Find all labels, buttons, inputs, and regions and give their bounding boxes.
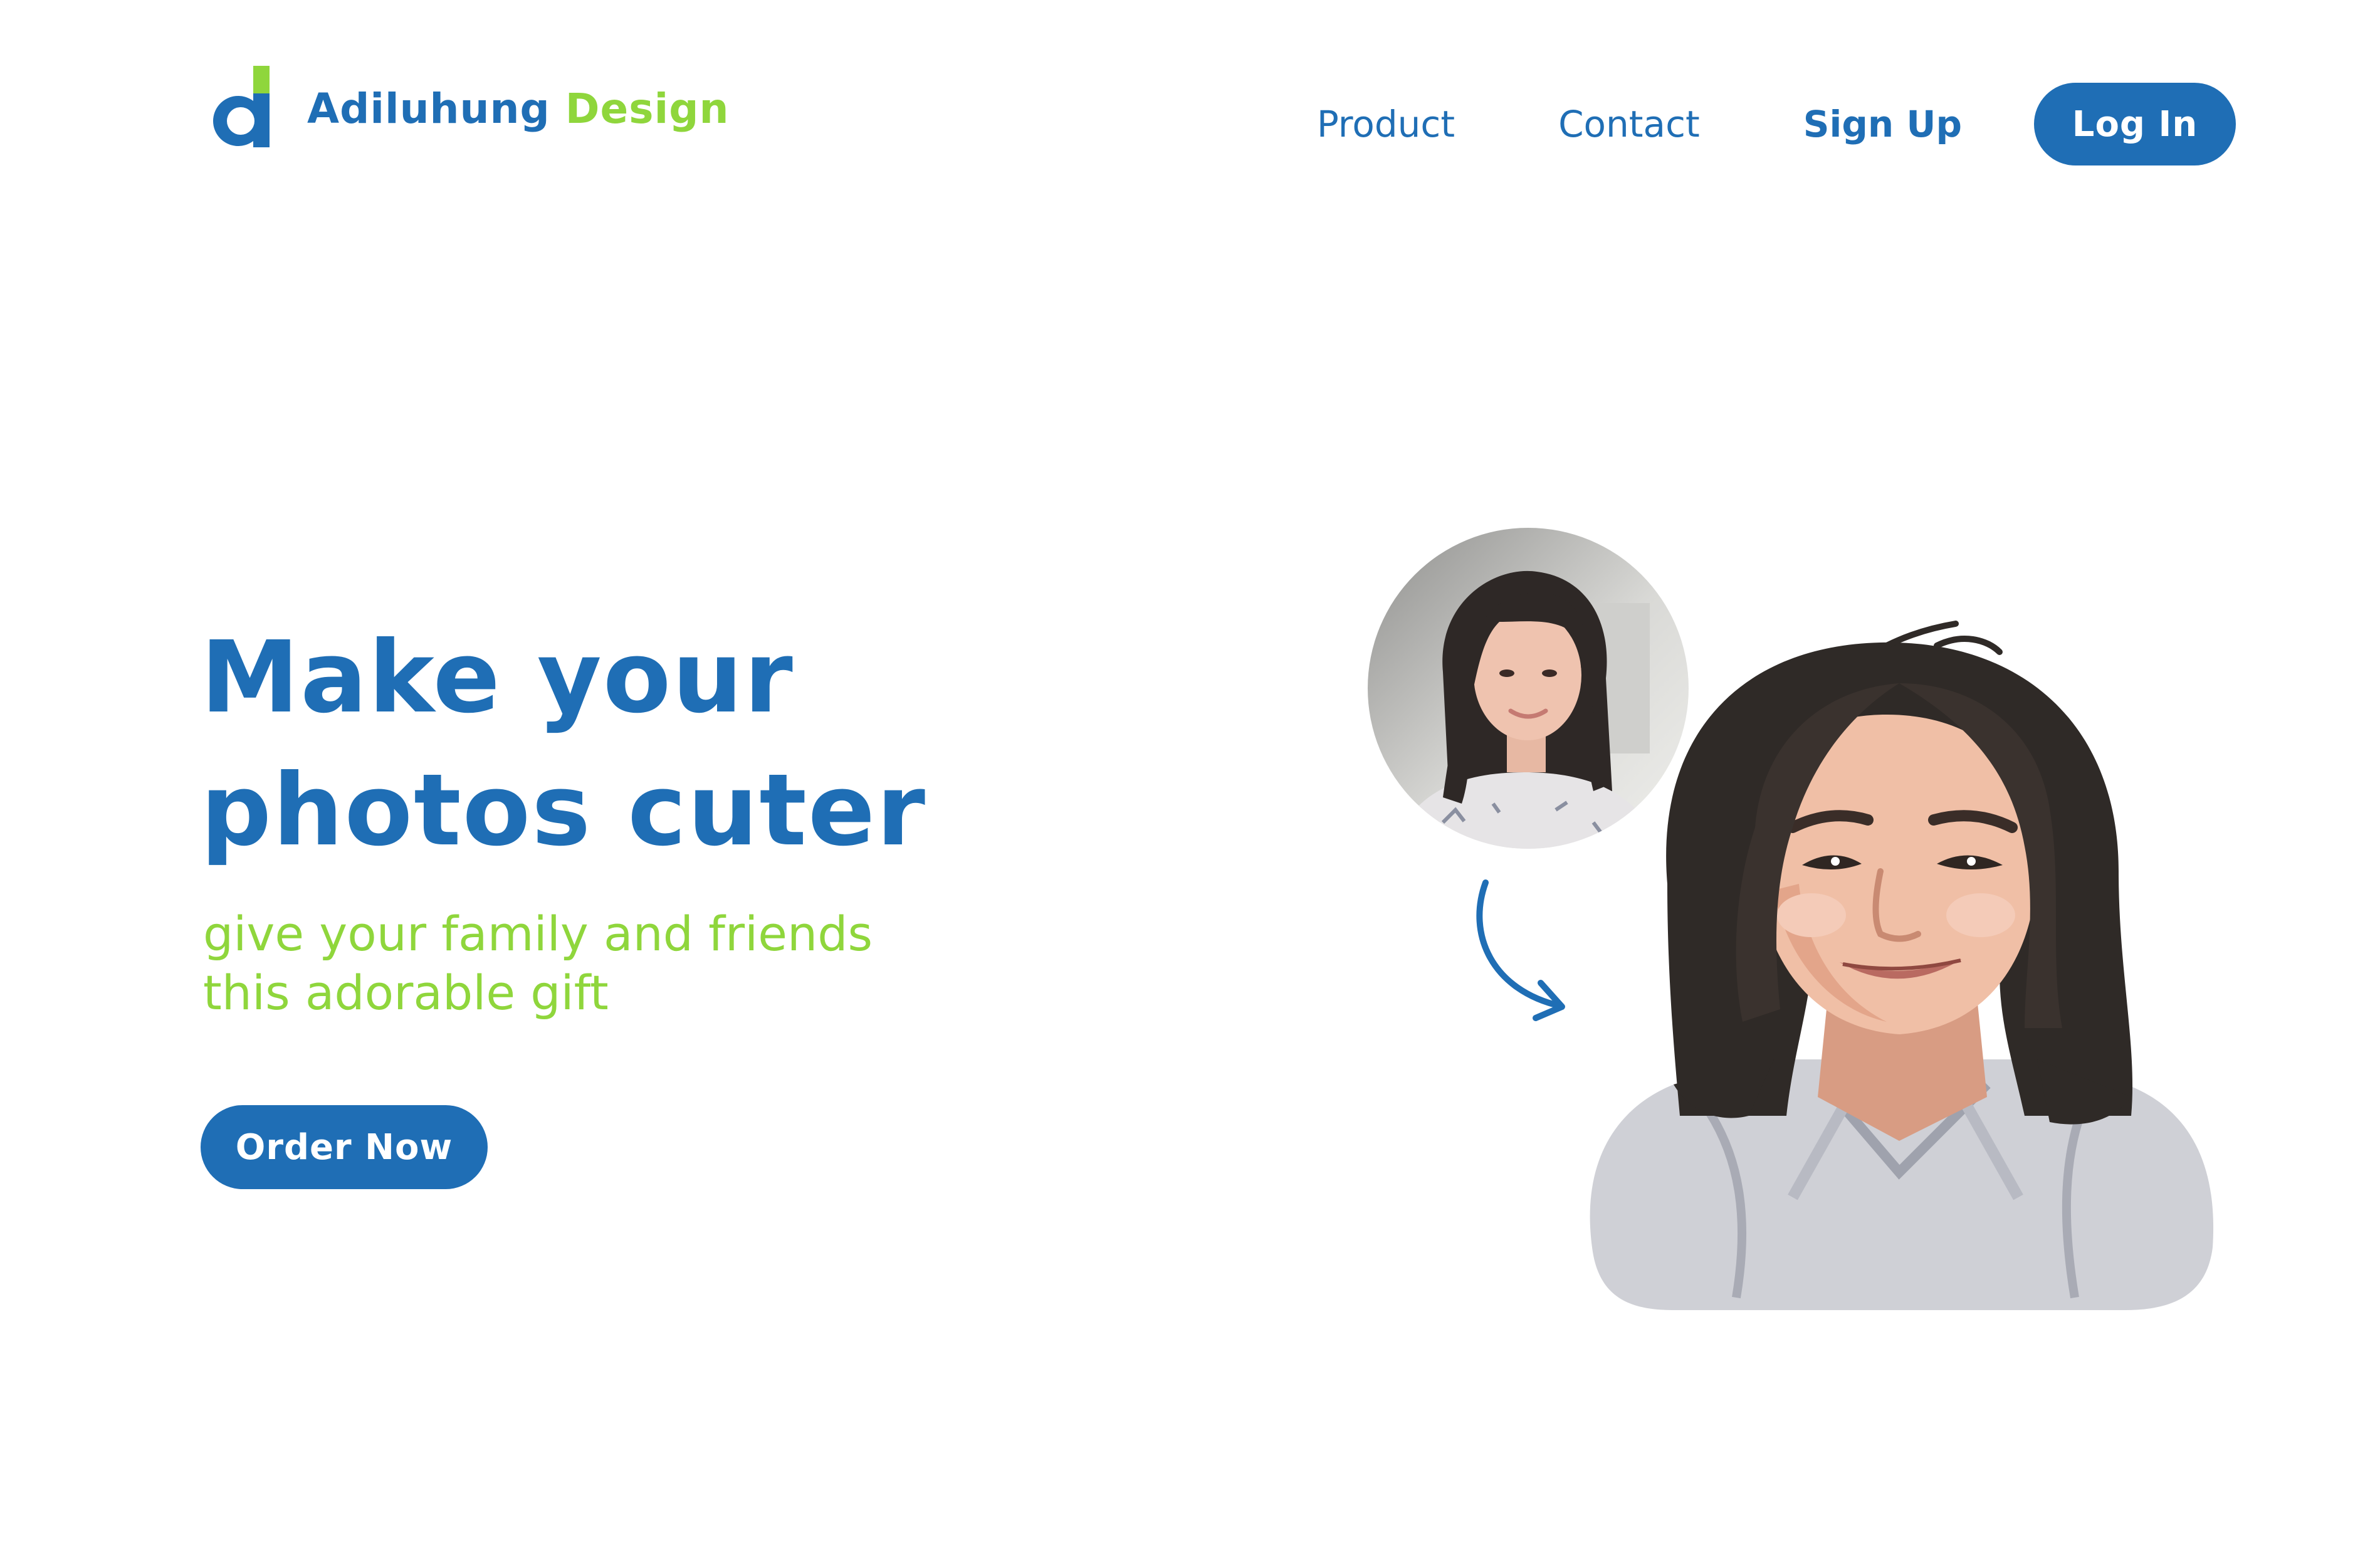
nav-contact-link[interactable]: Contact (1558, 103, 1700, 145)
brand-name-part1: Adiluhung (307, 84, 550, 133)
hero-headline-line2: photos cuter (201, 753, 927, 868)
nav-product-link[interactable]: Product (1317, 103, 1455, 145)
nav-signup-link[interactable]: Sign Up (1803, 103, 1962, 145)
top-nav: Product Contact Sign Up Log In (1317, 83, 2236, 165)
curved-arrow-icon (1476, 879, 1565, 1021)
login-button[interactable]: Log In (2034, 83, 2236, 165)
brand-name-part2: Design (565, 84, 730, 133)
hero-section: Make your photos cuter give your family … (201, 611, 926, 1189)
hero-subtitle-line1: give your family and friends (203, 906, 873, 962)
hero-subtitle-line2: this adorable gift (203, 965, 609, 1021)
logo-d-icon (213, 66, 270, 147)
hero-subtitle: give your family and friends this adorab… (203, 905, 926, 1022)
order-now-button[interactable]: Order Now (201, 1105, 488, 1189)
hero-headline: Make your photos cuter (201, 611, 926, 877)
brand-logo[interactable]: Adiluhung Design (207, 66, 729, 151)
brand-name: Adiluhung Design (307, 85, 729, 133)
vector-portrait-illustration (1590, 621, 2214, 1310)
hero-headline-line1: Make your (201, 620, 794, 735)
